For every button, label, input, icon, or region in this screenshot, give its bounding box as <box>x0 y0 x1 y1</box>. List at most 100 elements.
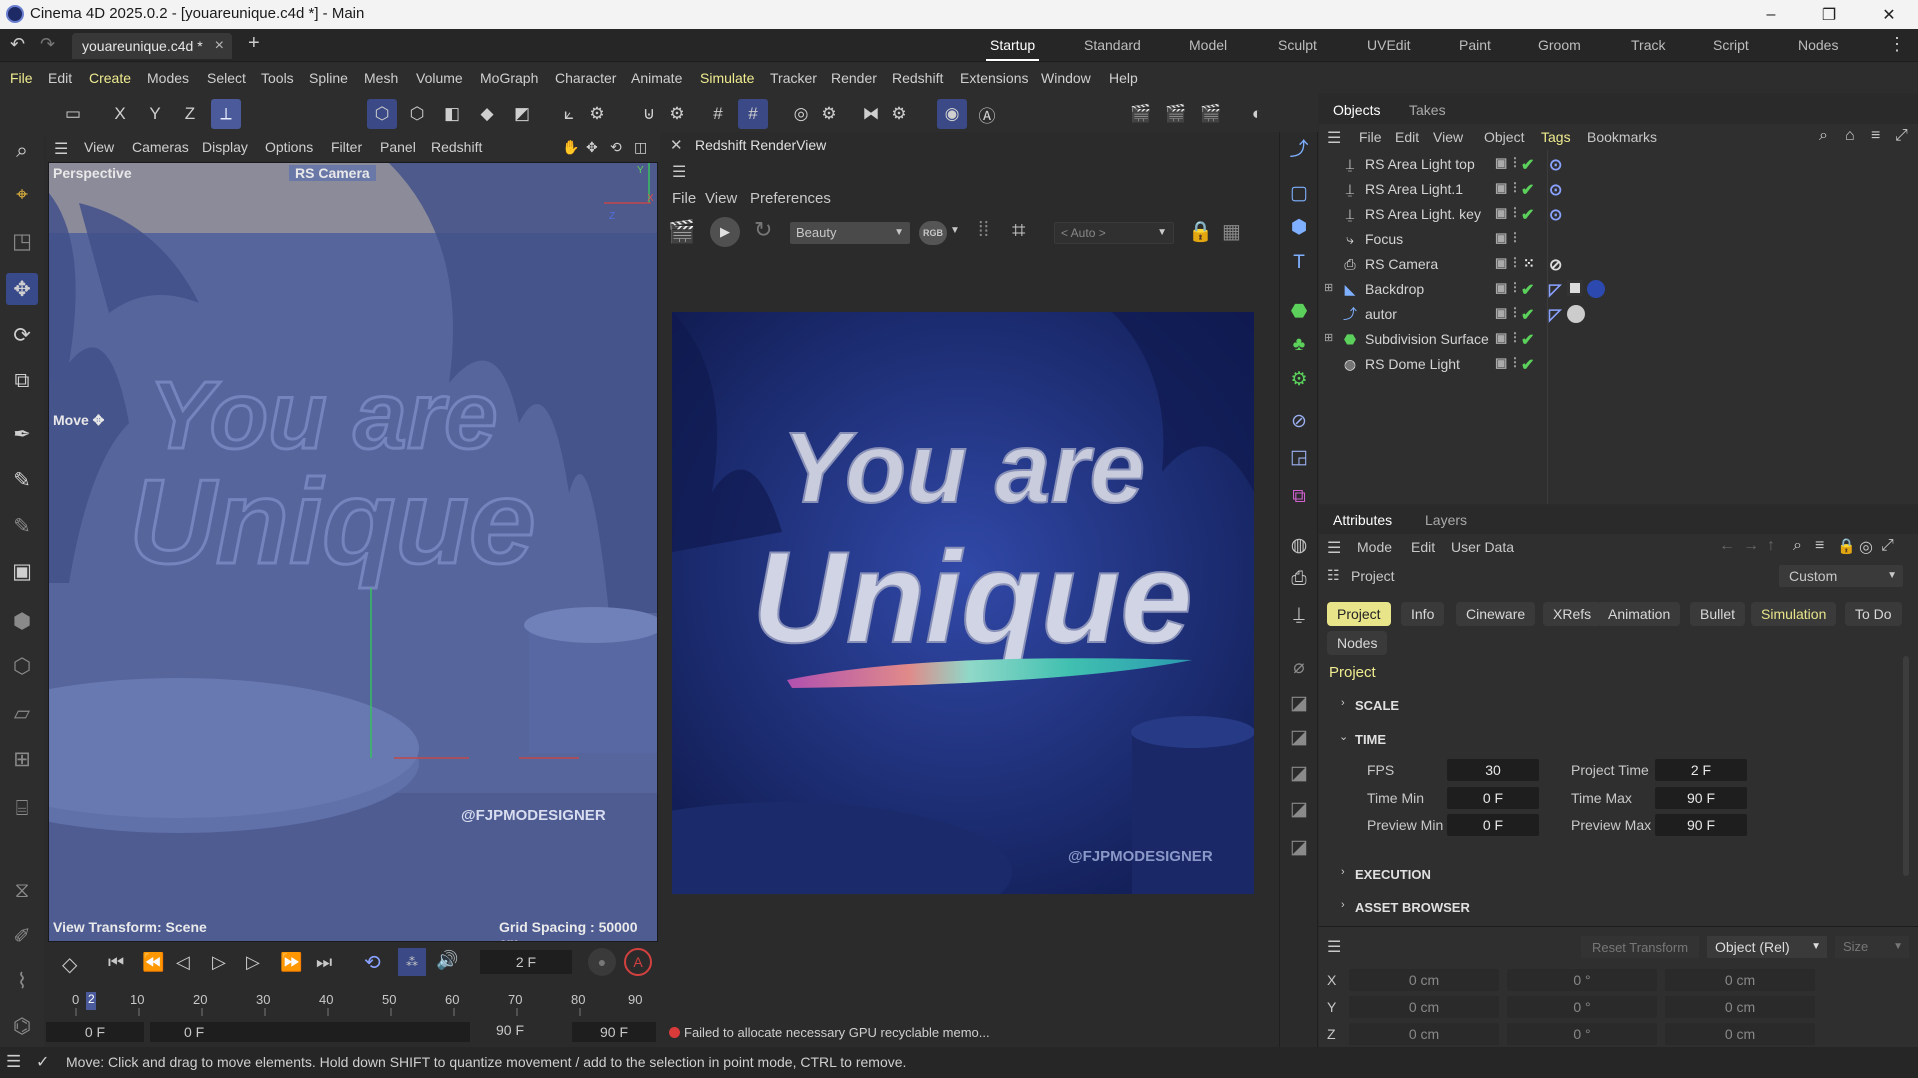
renderview-hamburger-icon[interactable]: ☰ <box>672 162 686 182</box>
object-row[interactable]: ⍊ RS Area Light.1 ▣ ⋮ ✔ ⊙ <box>1319 177 1918 202</box>
coords-hamburger-icon[interactable]: ☰ <box>1327 937 1341 957</box>
cube-object-icon[interactable]: ⬢ <box>1284 212 1314 242</box>
minimize-button[interactable]: – <box>1742 0 1800 29</box>
text-object-icon[interactable]: T <box>1284 248 1314 278</box>
point-mode-icon[interactable]: ⬡ <box>402 99 432 129</box>
axis-z-button[interactable]: Z <box>175 99 205 129</box>
new-tab-button[interactable]: + <box>248 32 260 55</box>
layer-5-icon[interactable]: ◪ <box>1284 832 1314 862</box>
object-manager-icon[interactable]: ▭ <box>58 99 88 129</box>
sculpt-icon[interactable]: ⌀ <box>1284 652 1314 682</box>
scale-tool-icon[interactable]: ⧉ <box>6 365 38 397</box>
objects-menu-object[interactable]: Object <box>1484 129 1524 145</box>
layout-paint[interactable]: Paint <box>1459 37 1491 53</box>
layer-icon[interactable]: ◪ <box>1284 688 1314 718</box>
cylinder-icon[interactable]: ⌸ <box>6 793 38 825</box>
size-y-field[interactable]: 0 cm <box>1665 996 1815 1018</box>
select-icon[interactable]: ⌖ <box>6 179 38 211</box>
document-tab[interactable]: youareunique.c4d * × <box>72 33 232 59</box>
autokey-icon[interactable]: ● <box>588 948 616 976</box>
auto-icon[interactable]: Ⓐ <box>972 99 1002 129</box>
redshift-object-icon[interactable]: ⧉ <box>1284 482 1314 512</box>
layout-track[interactable]: Track <box>1631 37 1665 53</box>
go-to-start-icon[interactable]: ⏮ <box>108 952 124 973</box>
section-asset-browser[interactable]: ASSET BROWSER <box>1355 900 1470 915</box>
viewport-menu-panel[interactable]: Panel <box>380 139 416 155</box>
deformer-icon[interactable]: ⊘ <box>1284 406 1314 436</box>
chevron-right-icon[interactable]: › <box>1341 866 1345 878</box>
time-min-field[interactable]: 0 F <box>1447 787 1539 809</box>
objects-menu-file[interactable]: File <box>1359 129 1382 145</box>
grid-snap-icon[interactable]: # <box>703 99 733 129</box>
layout-model[interactable]: Model <box>1189 37 1227 53</box>
weld-icon[interactable]: ⌬ <box>6 1010 38 1042</box>
position-y-field[interactable]: 0 cm <box>1349 996 1499 1018</box>
grid-display-icon[interactable]: ⁞⁞ <box>978 219 989 242</box>
menu-mesh[interactable]: Mesh <box>364 70 398 86</box>
position-z-field[interactable]: 0 cm <box>1349 1023 1499 1045</box>
forward-icon[interactable]: → <box>1743 537 1759 555</box>
viewport-camera-label[interactable]: RS Camera <box>289 165 376 181</box>
subtab-info[interactable]: Info <box>1401 602 1445 626</box>
subtab-bullet[interactable]: Bullet <box>1690 602 1746 626</box>
next-frame-icon[interactable]: ▷ <box>246 952 260 973</box>
frame-tool-icon[interactable]: ▣ <box>6 555 38 587</box>
subdivision-object-icon[interactable]: ⬣ <box>1284 296 1314 326</box>
viewport-menu-display[interactable]: Display <box>202 139 248 155</box>
subtab-nodes[interactable]: Nodes <box>1327 631 1388 655</box>
grid-active-icon[interactable]: # <box>738 99 768 129</box>
viewport-menu-filter[interactable]: Filter <box>331 139 362 155</box>
viewport-menu-redshift[interactable]: Redshift <box>431 139 482 155</box>
move-tool-icon[interactable]: ✥ <box>6 273 38 305</box>
clapper-icon[interactable]: 🎬 <box>668 219 695 245</box>
rotation-z-field[interactable]: 0 ° <box>1507 1023 1657 1045</box>
expand-backdrop-icon[interactable]: ⊞ <box>1324 281 1333 294</box>
sketch-icon[interactable]: ✎ <box>6 510 38 542</box>
end-frame-field[interactable]: 90 F <box>572 1022 656 1042</box>
magnet-settings-icon[interactable]: ⚙ <box>662 99 692 129</box>
knife-icon[interactable]: ⌇ <box>6 965 38 997</box>
menu-character[interactable]: Character <box>555 70 616 86</box>
viewport-layout-icon[interactable]: ◫ <box>634 139 647 156</box>
viewport-solo-icon[interactable]: ◉ <box>937 99 967 129</box>
rotate-tool-icon[interactable]: ⟳ <box>6 319 38 351</box>
object-row[interactable]: ⎙ RS Camera ▣ ⋮ ⁙ ⊘ <box>1319 252 1918 277</box>
orbit-icon[interactable]: ⟲ <box>610 139 622 156</box>
auto-dropdown[interactable]: < Auto > ▼ <box>1054 222 1174 244</box>
viewport-perspective-label[interactable]: Perspective <box>53 165 132 181</box>
preset-dropdown[interactable]: Custom ▼ <box>1779 565 1903 587</box>
renderview-menu-preferences[interactable]: Preferences <box>750 190 831 207</box>
preview-max-field[interactable]: 90 F <box>1655 814 1747 836</box>
rgb-dropdown-icon[interactable]: ▼ <box>950 225 960 236</box>
section-time[interactable]: TIME <box>1355 732 1386 747</box>
snap-axis-icon[interactable]: ⟀ <box>554 99 584 129</box>
spline-pen-icon[interactable]: ✎ <box>6 464 38 496</box>
layout-script[interactable]: Script <box>1713 37 1749 53</box>
position-x-field[interactable]: 0 cm <box>1349 969 1499 991</box>
attributes-menu-user-data[interactable]: User Data <box>1451 539 1514 555</box>
menu-extensions[interactable]: Extensions <box>960 70 1028 86</box>
aov-dropdown[interactable]: Beauty ▼ <box>790 222 910 244</box>
prev-key-icon[interactable]: ⏪ <box>142 952 164 973</box>
preview-min-field[interactable]: 0 F <box>1447 814 1539 836</box>
back-icon[interactable]: ← <box>1719 537 1735 555</box>
layer-4-icon[interactable]: ◪ <box>1284 794 1314 824</box>
sound-icon[interactable]: 🔊 <box>436 950 458 971</box>
polygon-mode-icon[interactable]: ◆ <box>472 99 502 129</box>
close-renderview-icon[interactable]: ✕ <box>670 136 683 154</box>
cloner-icon[interactable]: ♣ <box>1284 330 1314 360</box>
dolly-icon[interactable]: ✥ <box>586 139 598 156</box>
menu-render[interactable]: Render <box>831 70 877 86</box>
chevron-down-icon[interactable]: ⌄ <box>1339 730 1348 743</box>
attributes-menu-edit[interactable]: Edit <box>1411 539 1435 555</box>
fps-field[interactable]: 30 <box>1447 759 1539 781</box>
play-icon[interactable]: ▷ <box>212 952 226 973</box>
camera-object-icon[interactable]: ⎙ <box>1284 564 1314 594</box>
renderview-menu-view[interactable]: View <box>705 190 737 207</box>
time-max-field[interactable]: 90 F <box>1655 787 1747 809</box>
status-hamburger-icon[interactable]: ☰ <box>6 1052 21 1072</box>
chevron-right-icon[interactable]: › <box>1341 697 1345 709</box>
timeline-ruler[interactable]: 0 2 10 20 30 40 50 60 70 80 90 <box>70 990 642 1018</box>
subtab-cineware[interactable]: Cineware <box>1456 602 1536 626</box>
start-render-button[interactable]: ▶ <box>710 217 740 247</box>
